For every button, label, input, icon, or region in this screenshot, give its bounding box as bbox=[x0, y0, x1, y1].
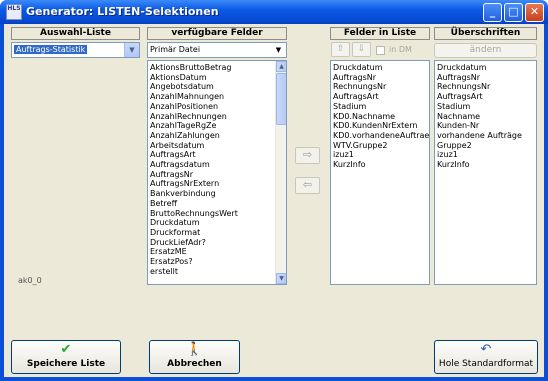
aendern-button[interactable]: ändern bbox=[434, 43, 537, 58]
heading-item[interactable]: RechnungsNr bbox=[437, 82, 536, 92]
selected-field-item[interactable]: RechnungsNr bbox=[333, 82, 429, 92]
heading-item[interactable]: Gruppe2 bbox=[437, 141, 536, 151]
cancel-label: Abbrechen bbox=[167, 359, 222, 369]
arrow-up-icon: ⇧ bbox=[336, 44, 345, 54]
app-window: HLS Generator: LISTEN-Selektionen _ □ ✕ … bbox=[0, 0, 548, 381]
window-title: Generator: LISTEN-Selektionen bbox=[26, 5, 219, 18]
selected-fields-list[interactable]: Druckdatum AuftragsNr RechnungsNr AuftragsA… bbox=[330, 60, 430, 285]
heading-item[interactable]: izuz1 bbox=[437, 150, 536, 160]
selected-field-item[interactable]: izuz1 bbox=[333, 150, 429, 160]
heading-item[interactable]: vorhandene Aufträge bbox=[437, 131, 536, 141]
available-field-item[interactable]: DruckLiefAdr? bbox=[150, 238, 286, 248]
status-text: ak0_0 bbox=[18, 276, 42, 285]
selected-field-item[interactable]: KurzInfo bbox=[333, 160, 429, 170]
remove-field-button[interactable]: ⇦ bbox=[295, 177, 320, 194]
header-felder-in-liste: Felder in Liste bbox=[330, 27, 430, 40]
title-bar[interactable]: HLS Generator: LISTEN-Selektionen _ □ ✕ bbox=[0, 0, 548, 24]
headings-list[interactable]: Druckdatum AuftragsNr RechnungsNr AuftragsA… bbox=[434, 60, 537, 285]
in-dm-label: in DM bbox=[389, 45, 412, 54]
arrow-left-icon: ⇦ bbox=[302, 178, 313, 191]
available-field-item[interactable]: Angebotsdatum bbox=[150, 82, 286, 92]
minimize-button[interactable]: _ bbox=[483, 3, 502, 22]
available-field-item[interactable]: Bankverbindung bbox=[150, 189, 286, 199]
selected-field-item[interactable]: Stadium bbox=[333, 102, 429, 112]
available-field-item[interactable]: ErsatzME bbox=[150, 247, 286, 257]
available-field-item[interactable]: Betreff bbox=[150, 199, 286, 209]
available-field-item[interactable]: Auftragsdatum bbox=[150, 160, 286, 170]
selected-field-item[interactable]: KD0.KundenNrExtern bbox=[333, 121, 429, 131]
close-icon: ✕ bbox=[529, 5, 540, 18]
cancel-button[interactable]: 🚶 Abbrechen bbox=[149, 340, 240, 374]
maximize-button[interactable]: □ bbox=[504, 3, 523, 22]
available-field-item[interactable]: erstellt bbox=[150, 267, 286, 277]
heading-item[interactable]: KurzInfo bbox=[437, 160, 536, 170]
move-up-button[interactable]: ⇧ bbox=[331, 42, 350, 57]
available-field-item[interactable]: Druckformat bbox=[150, 228, 286, 238]
available-field-item[interactable]: AnzahlRechnungen bbox=[150, 112, 286, 122]
available-field-item[interactable]: AnzahlPositionen bbox=[150, 102, 286, 112]
scroll-up-icon[interactable]: ▲ bbox=[276, 61, 286, 72]
maximize-icon: □ bbox=[508, 5, 519, 18]
header-auswahl-liste: Auswahl-Liste bbox=[11, 27, 140, 40]
heading-item[interactable]: AuftragsArt bbox=[437, 92, 536, 102]
dialog-client-area: Auswahl-Liste verfügbare Felder Felder i… bbox=[4, 24, 544, 377]
selected-field-item[interactable]: WTV.Gruppe2 bbox=[333, 141, 429, 151]
header-verfuegbare-felder: verfügbare Felder bbox=[147, 27, 287, 40]
close-button[interactable]: ✕ bbox=[525, 3, 544, 22]
available-field-item[interactable]: Druckdatum bbox=[150, 218, 286, 228]
available-field-item[interactable]: BruttoRechnungsWert bbox=[150, 209, 286, 219]
arrow-down-icon: ⇩ bbox=[357, 44, 366, 54]
datei-select[interactable]: Primär Datei ▼ bbox=[147, 42, 287, 58]
heading-item[interactable]: AuftragsNr bbox=[437, 73, 536, 83]
minimize-icon: _ bbox=[489, 5, 496, 18]
exit-door-icon: 🚶 bbox=[186, 342, 203, 357]
available-field-item[interactable]: Arbeitsdatum bbox=[150, 141, 286, 151]
available-field-item[interactable]: AuftragsNr bbox=[150, 170, 286, 180]
heading-item[interactable]: Stadium bbox=[437, 102, 536, 112]
chevron-down-icon[interactable]: ▼ bbox=[271, 43, 286, 57]
add-field-button[interactable]: ⇨ bbox=[295, 147, 320, 164]
scroll-thumb[interactable] bbox=[276, 73, 286, 125]
available-field-item[interactable]: AnzahlTageRgZe bbox=[150, 121, 286, 131]
scroll-down-icon[interactable]: ▼ bbox=[276, 273, 286, 284]
available-field-item[interactable]: AuftragsArt bbox=[150, 150, 286, 160]
in-dm-checkbox[interactable] bbox=[376, 46, 385, 55]
undo-icon: ↶ bbox=[480, 342, 492, 357]
checkmark-icon: ✔ bbox=[60, 342, 72, 357]
default-format-label: Hole Standardformat bbox=[438, 359, 534, 369]
heading-item[interactable]: Kunden-Nr bbox=[437, 121, 536, 131]
auswahl-liste-select[interactable]: Auftrags-Statistik ▼ bbox=[11, 42, 140, 58]
arrow-right-icon: ⇨ bbox=[302, 148, 313, 161]
available-fields-list[interactable]: AktionsBruttoBetrag AktionsDatum Angebotsd… bbox=[147, 60, 287, 285]
save-list-button[interactable]: ✔ Speichere Liste bbox=[11, 340, 121, 374]
default-format-button[interactable]: ↶ Hole Standardformat bbox=[434, 340, 538, 374]
selected-field-item[interactable]: KD0.vorhandeneAuftraege bbox=[333, 131, 429, 141]
available-fields-scrollbar[interactable]: ▲ ▼ bbox=[275, 61, 286, 284]
heading-item[interactable]: Nachname bbox=[437, 112, 536, 122]
available-field-item[interactable]: AuftragsNrExtern bbox=[150, 179, 286, 189]
available-field-item[interactable]: ErsatzPos? bbox=[150, 257, 286, 267]
available-field-item[interactable]: AktionsDatum bbox=[150, 73, 286, 83]
heading-item[interactable]: Druckdatum bbox=[437, 63, 536, 73]
datei-value: Primär Datei bbox=[150, 45, 201, 54]
available-field-item[interactable]: AktionsBruttoBetrag bbox=[150, 63, 286, 73]
save-list-label: Speichere Liste bbox=[26, 359, 106, 369]
available-field-item[interactable]: AnzahlMahnungen bbox=[150, 92, 286, 102]
selected-field-item[interactable]: KD0.Nachname bbox=[333, 112, 429, 122]
selected-field-item[interactable]: Druckdatum bbox=[333, 63, 429, 73]
move-down-button[interactable]: ⇩ bbox=[352, 42, 371, 57]
available-field-item[interactable]: AnzahlZahlungen bbox=[150, 131, 286, 141]
header-ueberschriften: Überschriften bbox=[434, 27, 537, 40]
selected-field-item[interactable]: AuftragsNr bbox=[333, 73, 429, 83]
chevron-down-icon[interactable]: ▼ bbox=[124, 43, 139, 57]
auswahl-liste-value: Auftrags-Statistik bbox=[14, 45, 88, 54]
selected-field-item[interactable]: AuftragsArt bbox=[333, 92, 429, 102]
app-icon: HLS bbox=[6, 4, 22, 20]
